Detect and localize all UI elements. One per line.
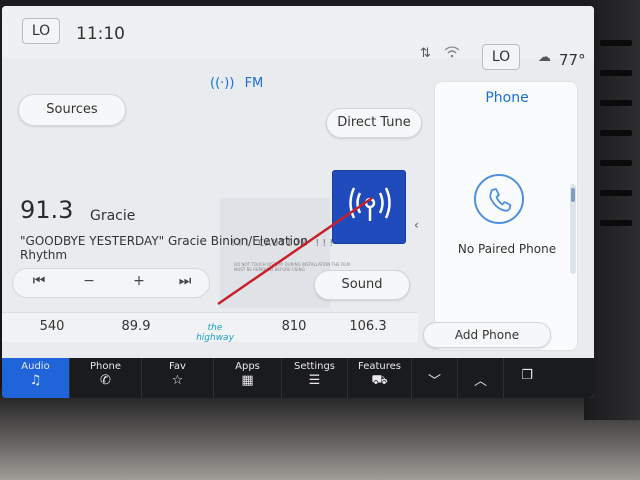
annotation-arrow	[217, 196, 373, 306]
